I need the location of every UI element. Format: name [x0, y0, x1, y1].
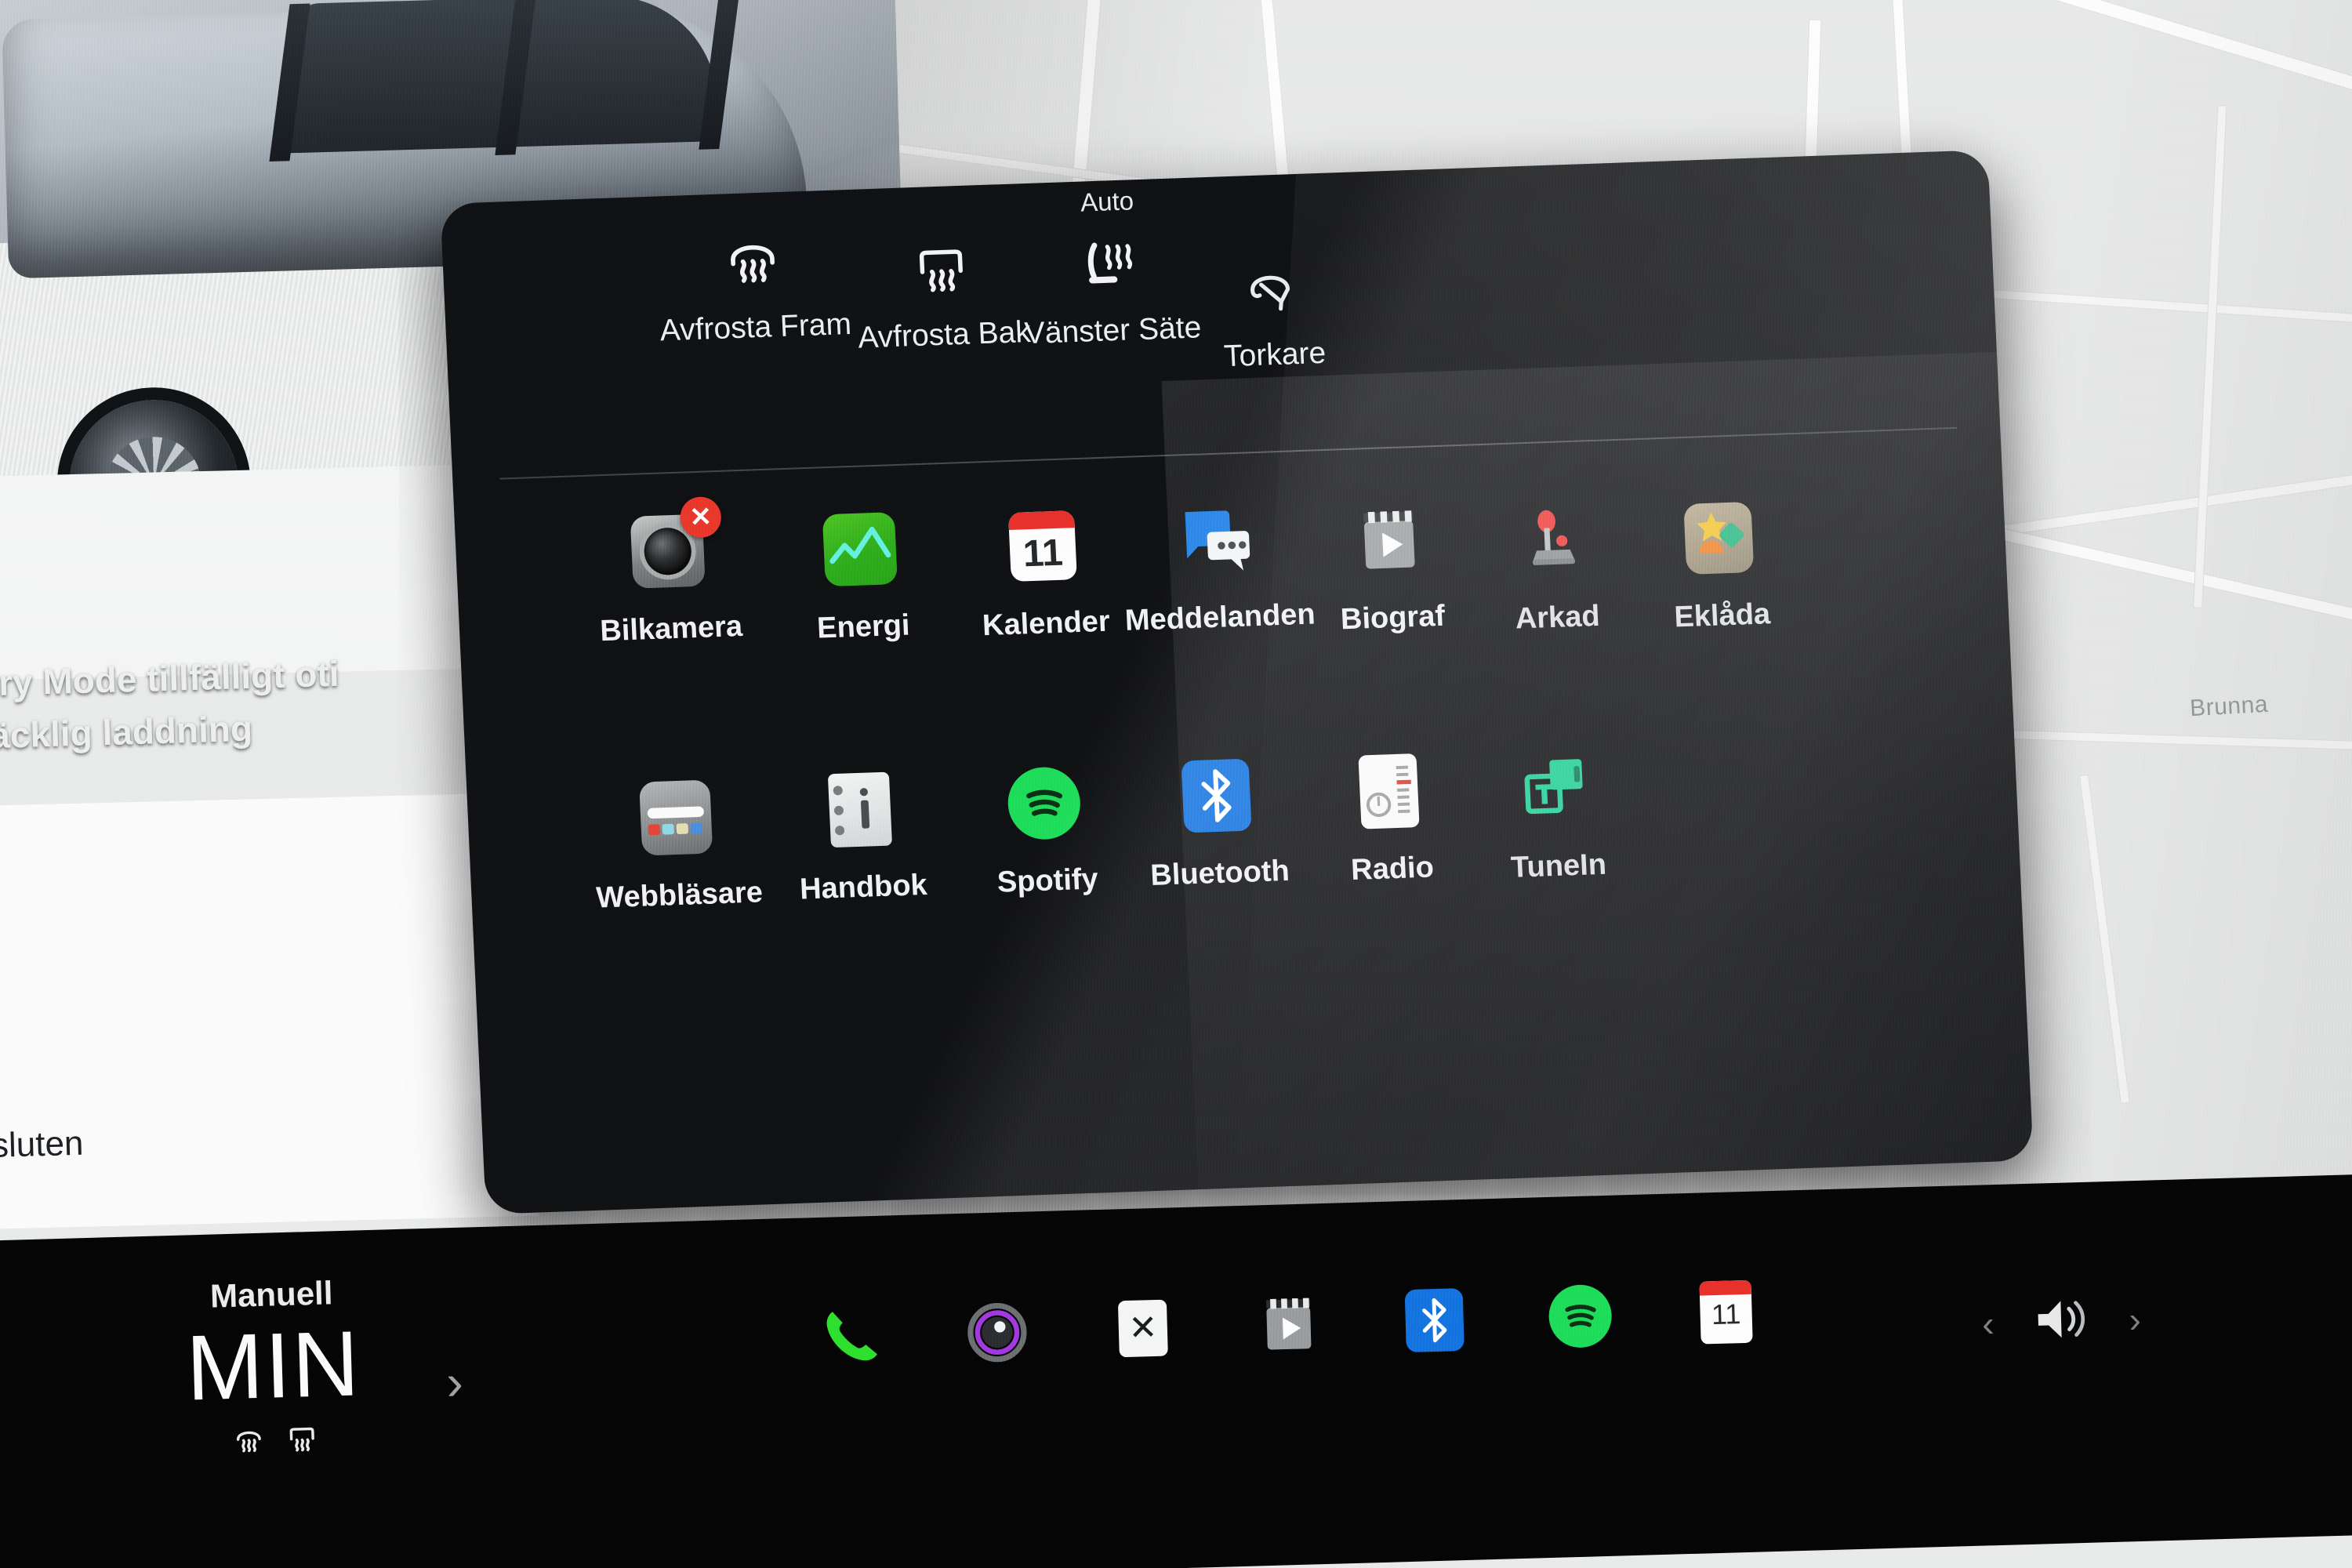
volume-down-button[interactable]: ‹	[1981, 1302, 1994, 1345]
climate-temperature-value: MIN	[184, 1312, 362, 1421]
app-bilkamera[interactable]: ✕ Bilkamera	[576, 495, 763, 649]
app-arkad-label: Arkad	[1514, 599, 1601, 636]
climate-wipers[interactable]: Torkare	[1152, 240, 1393, 376]
tray-close-button[interactable]: ✕	[1105, 1290, 1182, 1367]
volume-up-button[interactable]: ›	[2129, 1298, 2142, 1340]
app-bluetooth-label: Bluetooth	[1149, 854, 1290, 892]
tray-calendar-day: 11	[1711, 1298, 1741, 1331]
app-webblasare[interactable]: Webbläsare	[584, 777, 771, 916]
bottom-bar: ‹ › Manuell MIN	[0, 1173, 2352, 1568]
app-biograf-label: Biograf	[1340, 599, 1446, 637]
app-tunein-label: TuneIn	[1510, 848, 1607, 884]
notification-message: entry Mode tillfälligt oti illräcklig la…	[0, 643, 495, 763]
tray-spotify-button[interactable]	[1541, 1278, 1619, 1356]
tray-dashcam-button[interactable]	[959, 1294, 1036, 1371]
tray-phone-button[interactable]	[813, 1298, 891, 1375]
climate-mode-label: Manuell	[209, 1274, 334, 1315]
tunein-icon	[1515, 750, 1594, 827]
app-biograf[interactable]: Biograf	[1298, 499, 1484, 638]
close-icon: ✕	[1127, 1308, 1158, 1348]
spotify-icon	[1005, 764, 1083, 842]
browser-icon	[637, 779, 715, 856]
app-energi[interactable]: Energi	[768, 509, 955, 648]
app-handbok[interactable]: Handbok	[768, 769, 955, 908]
app-arkad[interactable]: Arkad	[1462, 499, 1649, 638]
app-webblasare-label: Webbläsare	[595, 876, 764, 915]
theater-icon	[1350, 501, 1428, 579]
tray-calendar-button[interactable]: 11	[1687, 1273, 1765, 1351]
climate-left-seat-auto: Auto	[1080, 186, 1134, 217]
tray-theater-button[interactable]	[1250, 1286, 1327, 1363]
app-handbok-label: Handbok	[799, 868, 928, 906]
arcade-joystick-icon	[1515, 501, 1593, 579]
defrost-front-icon	[719, 216, 785, 290]
seat-heater-icon	[1075, 219, 1144, 293]
temp-decrease-button[interactable]: ‹	[0, 1366, 2, 1425]
climate-quick-controls: Avfrosta Fram Avfrosta Bak Auto Vänster …	[440, 150, 1999, 474]
app-kalender-label: Kalender	[982, 604, 1111, 643]
climate-temperature-control[interactable]: Manuell MIN	[52, 1270, 495, 1465]
app-spotify-label: Spotify	[996, 862, 1099, 899]
app-energi-label: Energi	[816, 608, 911, 645]
infotainment-screen: Energivägen Brunna entry Mode tillfällig…	[0, 0, 2352, 1568]
toybox-icon	[1679, 499, 1758, 577]
defrost-rear-icon	[909, 223, 973, 298]
app-spotify[interactable]: Spotify	[953, 763, 1139, 902]
defrost-rear-icon[interactable]	[284, 1419, 321, 1458]
energy-chart-icon	[821, 510, 899, 588]
app-launcher-panel: Avfrosta Fram Avfrosta Bak Auto Vänster …	[440, 150, 2034, 1214]
manual-icon	[821, 771, 899, 848]
tray-bluetooth-button[interactable]	[1396, 1282, 1473, 1359]
volume-icon[interactable]	[2031, 1292, 2092, 1351]
app-kalender[interactable]: 11 Kalender	[951, 506, 1138, 644]
app-meddelanden-label: Meddelanden	[1123, 597, 1316, 637]
volume-control[interactable]: ‹ ›	[1981, 1290, 2142, 1352]
app-grid: ✕ Bilkamera Energi 11 Kalender Meddeland…	[453, 444, 2023, 983]
taskbar-tray: ✕ 11	[813, 1273, 1765, 1375]
lower-white-panel	[0, 792, 539, 1231]
climate-wipers-label: Torkare	[1223, 336, 1327, 374]
app-radio-label: Radio	[1350, 851, 1435, 887]
app-eklada-label: Eklåda	[1673, 597, 1771, 634]
app-meddelanden[interactable]: Meddelanden	[1124, 499, 1316, 638]
bluetooth-icon	[1177, 757, 1255, 834]
notification-line-2: illräcklig laddning	[0, 707, 253, 757]
notification-line-1: entry Mode tillfälligt oti	[0, 652, 340, 705]
climate-defrost-front-label: Avfrosta Fram	[659, 307, 852, 348]
app-tunein[interactable]: TuneIn	[1463, 748, 1650, 887]
car-camera-icon: ✕	[629, 495, 722, 590]
defrost-front-icon[interactable]	[230, 1421, 267, 1460]
wiper-icon	[1240, 243, 1303, 318]
messages-icon	[1178, 501, 1256, 579]
app-bilkamera-label: Bilkamera	[599, 609, 743, 648]
app-radio[interactable]: Radio	[1297, 750, 1483, 889]
calendar-day: 11	[1022, 532, 1064, 575]
app-eklada[interactable]: Eklåda	[1627, 497, 1813, 636]
app-bluetooth[interactable]: Bluetooth	[1124, 755, 1311, 894]
calendar-icon: 11	[1004, 507, 1082, 585]
radio-icon	[1349, 753, 1428, 830]
